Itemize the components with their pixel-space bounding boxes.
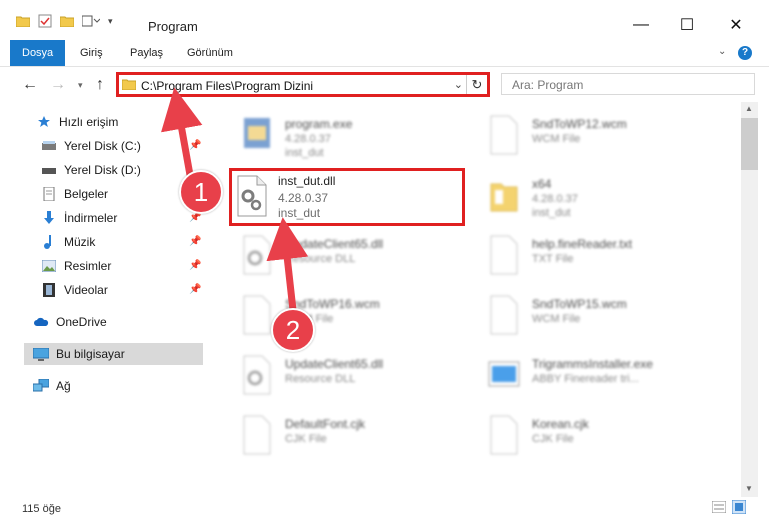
arrow-to-dll-file (266, 217, 309, 311)
annotation-badge-1: 1 (179, 170, 223, 214)
annotation-badge-2: 2 (271, 308, 315, 352)
annotation-arrows (161, 87, 309, 311)
arrow-to-address-bar (161, 87, 203, 176)
